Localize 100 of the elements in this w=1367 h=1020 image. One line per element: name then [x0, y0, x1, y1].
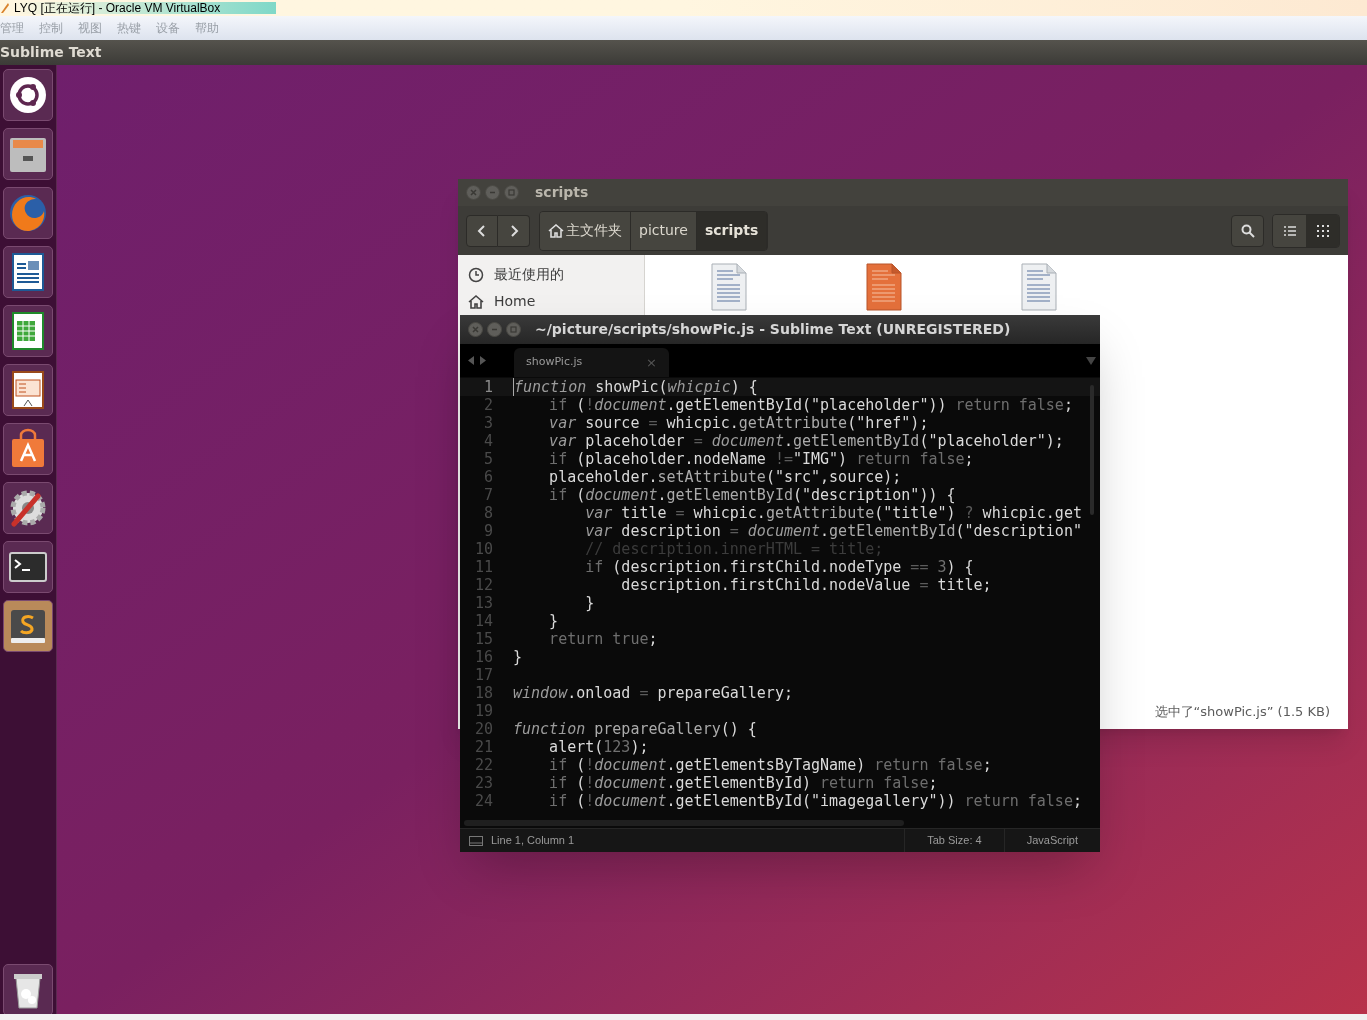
breadcrumb[interactable]: scripts — [696, 211, 768, 250]
code-line: window.onload = prepareGallery; — [513, 684, 793, 702]
maximize-icon — [510, 326, 517, 333]
line-number: 19 — [473, 702, 493, 720]
line-number: 3 — [482, 414, 493, 432]
window-title: scripts — [535, 183, 589, 202]
document-icon[interactable] — [3, 246, 53, 298]
code-line: var source = whicpic.getAttribute("href"); — [548, 414, 929, 432]
close-button[interactable] — [468, 322, 483, 337]
shopping-bag-icon[interactable] — [3, 423, 53, 475]
line-number: 8 — [482, 504, 493, 522]
line-number: 15 — [473, 630, 493, 648]
code-line: if (placeholder.nodeName !="IMG") return false; — [548, 450, 974, 468]
code-line: function showPic(whicpic) { — [513, 378, 758, 396]
grid-view-button[interactable] — [1306, 214, 1339, 247]
chevron-left-icon — [477, 223, 487, 238]
code-line: description.firstChild.nodeValue = title; — [620, 576, 992, 594]
line-number: 17 — [473, 666, 493, 684]
code-line: } — [548, 612, 559, 630]
terminal-icon[interactable] — [3, 541, 53, 593]
line-number: 20 — [473, 720, 493, 738]
syntax-indicator[interactable]: JavaScript — [1003, 829, 1100, 852]
code-line: return true; — [548, 630, 658, 648]
code-line: } — [513, 648, 523, 666]
ubuntu-logo-icon[interactable] — [3, 69, 53, 121]
code-line: function prepareGallery() { — [513, 720, 757, 738]
line-number: 22 — [473, 756, 493, 774]
selection-status: 选中了“showPic.js” (1.5 KB) — [1154, 702, 1330, 721]
tab-label: showPic.js — [526, 354, 583, 371]
line-number: 10 — [473, 540, 493, 558]
editor-tab[interactable]: showPic.js × — [514, 348, 669, 377]
breadcrumb[interactable]: picture — [631, 211, 697, 250]
sidebar-item[interactable]: 最近使用的 — [458, 261, 644, 288]
line-number: 11 — [473, 558, 493, 576]
code-line: var description = document.getElementById("description" — [584, 522, 1082, 540]
window-title: ~/picture/scripts/showPic.js - Sublime Text (UNREGISTERED) — [535, 320, 1011, 339]
code-line: alert(123); — [548, 738, 649, 756]
app-icon — [0, 2, 10, 14]
presentation-icon[interactable] — [3, 364, 53, 416]
line-number: 7 — [482, 486, 493, 504]
line-number: 2 — [482, 396, 493, 414]
line-number: 21 — [473, 738, 493, 756]
code-line: } — [584, 594, 595, 612]
home-icon — [468, 293, 484, 310]
line-number: 23 — [473, 774, 493, 792]
line-number: 16 — [473, 648, 493, 666]
breadcrumb[interactable]: 主文件夹 — [540, 211, 631, 250]
search-icon — [1240, 223, 1255, 238]
line-number: 6 — [482, 468, 493, 486]
file-icon[interactable] — [864, 263, 904, 311]
minimize-button[interactable] — [487, 322, 502, 337]
chevron-right-icon — [508, 223, 519, 238]
line-number: 14 — [473, 612, 493, 630]
text-editor-icon[interactable] — [3, 600, 53, 652]
list-icon — [1283, 224, 1296, 237]
code-line: if (!document.getElementById) return false; — [548, 774, 938, 792]
browser-icon[interactable] — [3, 187, 53, 239]
search-button[interactable] — [1231, 214, 1264, 247]
code-line: var placeholder = document.getElementById("placeholder"); — [548, 432, 1064, 450]
sidebar-label: Home — [494, 292, 536, 311]
clock-icon — [468, 266, 484, 283]
spreadsheet-icon[interactable] — [3, 305, 53, 357]
back-button[interactable] — [466, 214, 498, 247]
code-line: placeholder.setAttribute("src",source); — [548, 468, 902, 486]
previous-tab-icon[interactable] — [468, 356, 475, 365]
cursor-position: Line 1, Column 1 — [491, 833, 575, 849]
line-number: 13 — [473, 594, 493, 612]
home-icon — [548, 223, 564, 238]
code-line: if (document.getElementById("description")) { — [548, 486, 956, 504]
minimize-icon — [491, 326, 498, 333]
file-cabinet-icon[interactable] — [3, 128, 53, 180]
minimize-icon — [489, 189, 496, 196]
sidebar-item[interactable]: Home — [458, 288, 644, 315]
grid-icon — [1316, 224, 1329, 237]
settings-icon[interactable] — [3, 482, 53, 534]
code-line: if (!document.getElementById("placeholder")) return false; — [548, 396, 1073, 414]
next-tab-icon[interactable] — [479, 356, 486, 365]
panel-icon[interactable] — [469, 835, 483, 846]
line-number: 12 — [473, 576, 493, 594]
code-line: var title = whicpic.getAttribute("title") ? whicpic.get — [584, 504, 1082, 522]
trash-icon[interactable] — [3, 964, 53, 1016]
close-icon — [472, 326, 479, 333]
vertical-scrollbar[interactable] — [1090, 385, 1094, 515]
host-window-title: LYQ [正在运行] - Oracle VM VirtualBox — [14, 2, 277, 14]
list-view-button[interactable] — [1273, 214, 1306, 247]
tab-size-indicator[interactable]: Tab Size: 4 — [904, 829, 1004, 852]
code-line: if (description.firstChild.nodeType == 3) { — [584, 558, 974, 576]
line-number: 24 — [473, 792, 493, 810]
forward-button[interactable] — [498, 214, 530, 247]
line-number: 5 — [482, 450, 493, 468]
line-number: 4 — [482, 432, 493, 450]
line-number: 18 — [473, 684, 493, 702]
maximize-button[interactable] — [506, 322, 521, 337]
code-line: if (!document.getElementsByTagName) return false; — [548, 756, 992, 774]
app-name: Sublime Text — [0, 43, 102, 62]
close-icon — [470, 189, 477, 196]
line-number: 1 — [482, 378, 493, 396]
sidebar-label: 最近使用的 — [494, 265, 564, 284]
code-line: if (!document.getElementById("imagegallery")) return false; — [548, 792, 1082, 810]
maximize-icon — [508, 189, 515, 196]
